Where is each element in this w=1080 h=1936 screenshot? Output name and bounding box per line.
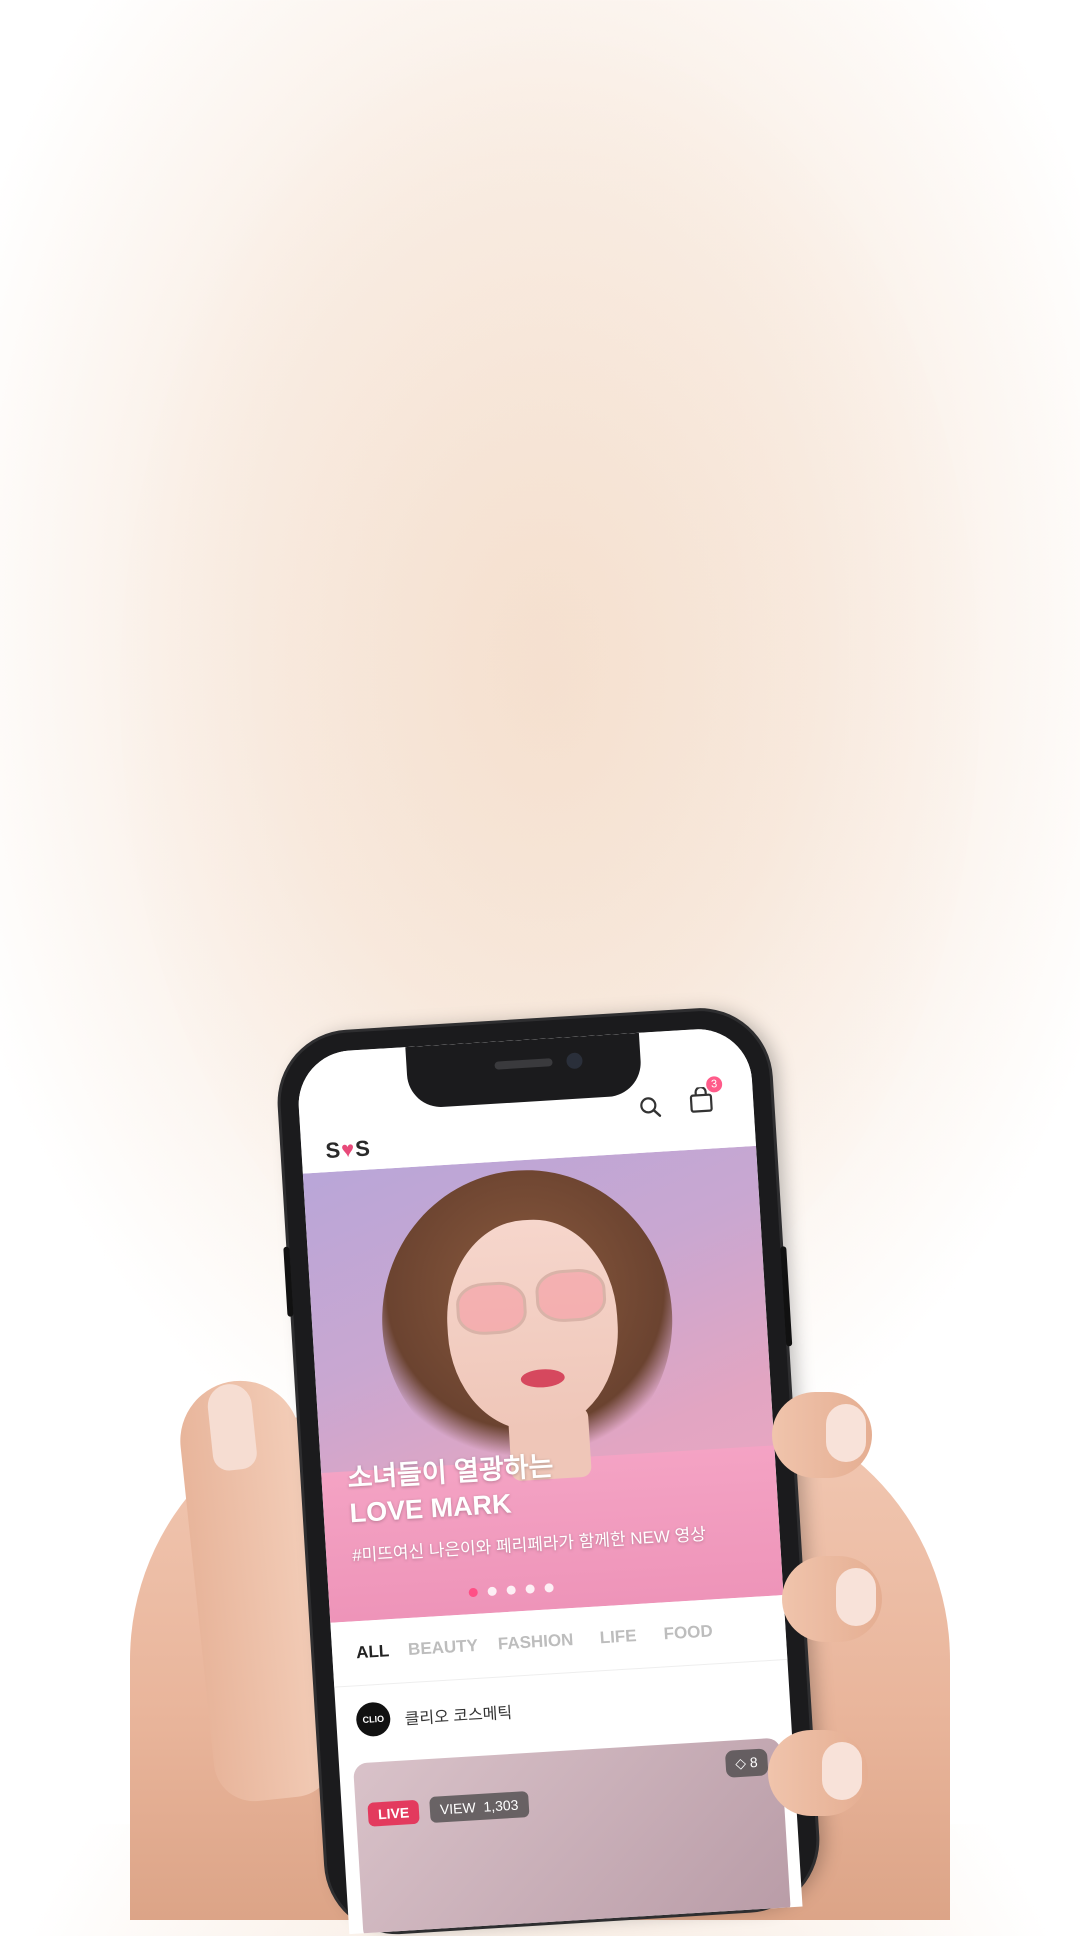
channel-name[interactable]: 클리오 코스메틱 [404,1699,513,1730]
carousel-dot[interactable] [468,1587,479,1598]
view-label: VIEW [439,1799,477,1818]
tab-beauty[interactable]: BEAUTY [408,1636,479,1660]
logo-letter-2: S [354,1135,372,1162]
live-badge: LIVE [367,1799,420,1827]
phone-screen: S♥S 3 소녀들이 열광하는 LOVE MARK #미뜨여신 나은이와 페리페… [295,1026,803,1935]
speaker-grille [494,1058,553,1070]
carousel-dot[interactable] [506,1585,516,1595]
hero-caption: 소녀들이 열광하는 LOVE MARK #미뜨여신 나은이와 페리페라가 함께한… [347,1440,707,1566]
power-button [780,1246,793,1347]
tab-fashion[interactable]: FASHION [497,1630,574,1655]
carousel-dot[interactable] [525,1584,535,1594]
tag-icon: ◇ [734,1754,747,1772]
view-count-badge: VIEW 1,303 [429,1791,530,1824]
search-icon[interactable] [639,1096,662,1119]
finger-nail [836,1568,876,1626]
front-camera [565,1052,583,1070]
cart-count-badge: 3 [705,1075,723,1093]
app-logo[interactable]: S♥S [325,1135,372,1164]
logo-heart-icon: ♥ [340,1136,356,1163]
sunglasses-right-lens [534,1267,608,1324]
channel-row[interactable]: CLIO 클리오 코스메틱 [355,1694,513,1745]
hero-banner[interactable]: 소녀들이 열광하는 LOVE MARK #미뜨여신 나은이와 페리페라가 함께한… [302,1145,784,1623]
channel-avatar[interactable]: CLIO [355,1701,392,1738]
carousel-dot[interactable] [544,1583,554,1593]
finger-nail [826,1404,866,1462]
tab-all[interactable]: ALL [356,1641,390,1663]
tag-count: 8 [749,1753,759,1771]
phone-device: S♥S 3 소녀들이 열광하는 LOVE MARK #미뜨여신 나은이와 페리페… [276,1007,821,1936]
logo-letter-1: S [324,1137,342,1164]
tab-life[interactable]: LIFE [599,1626,637,1648]
tab-food[interactable]: FOOD [663,1621,713,1644]
tag-count-badge[interactable]: ◇ 8 [724,1748,769,1778]
video-card[interactable]: LIVE VIEW 1,303 ◇ 8 [352,1737,792,1935]
sunglasses-left-lens [454,1280,528,1337]
view-count: 1,303 [482,1796,519,1815]
finger-nail [822,1742,862,1800]
carousel-dot[interactable] [487,1586,497,1597]
volume-button [283,1246,294,1317]
